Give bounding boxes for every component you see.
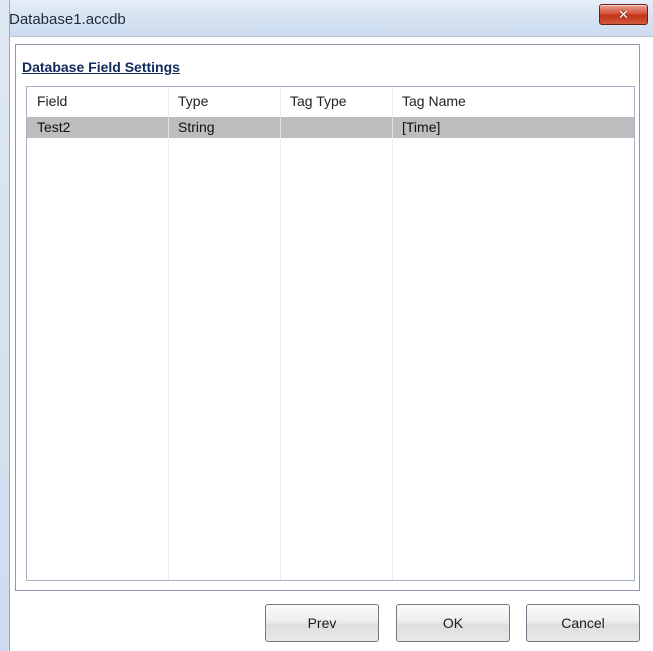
field-table[interactable]: Field Type Tag Type Tag Name Test2 Strin… [26,86,635,581]
column-divider [392,87,393,580]
title-bar[interactable]: Database1.accdb ✕ [0,0,653,37]
close-button[interactable]: ✕ [599,4,648,25]
cell-tag-type[interactable] [280,117,392,138]
column-header-tag-type[interactable]: Tag Type [280,87,392,115]
dialog-window: Database1.accdb ✕ Database Field Setting… [0,0,653,651]
section-title: Database Field Settings [22,59,180,75]
column-header-field[interactable]: Field [27,87,168,115]
ok-button[interactable]: OK [396,604,510,642]
column-header-tag-name[interactable]: Tag Name [392,87,634,115]
window-left-border [0,0,10,651]
field-settings-panel: Database Field Settings Field Type Tag T… [15,44,640,591]
cell-field[interactable]: Test2 [27,117,168,138]
column-divider [168,87,169,580]
column-divider [280,87,281,580]
cell-type[interactable]: String [168,117,280,138]
close-icon: ✕ [618,7,629,22]
cancel-button[interactable]: Cancel [526,604,640,642]
window-title: Database1.accdb [9,11,126,28]
cell-tag-name[interactable]: [Time] [392,117,634,138]
column-header-type[interactable]: Type [168,87,280,115]
prev-button[interactable]: Prev [265,604,379,642]
table-row[interactable]: Test2 String [Time] [27,117,634,138]
